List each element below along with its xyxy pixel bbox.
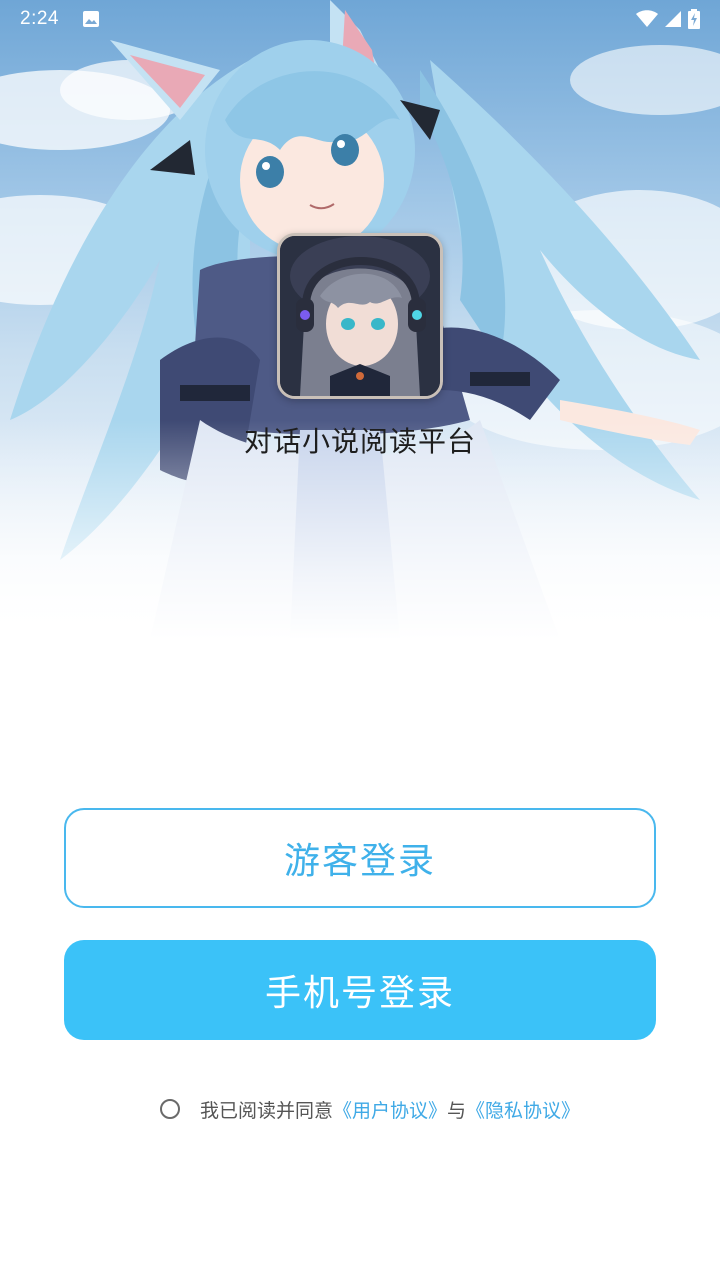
user-agreement-link[interactable]: 《用户协议》: [333, 1096, 447, 1123]
agree-checkbox[interactable]: [160, 1099, 180, 1119]
guest-login-button[interactable]: 游客登录: [64, 808, 656, 908]
app-logo-icon: [277, 233, 443, 399]
status-time: 2:24: [20, 8, 59, 29]
battery-charging-icon: [688, 9, 700, 29]
image-icon: [83, 11, 99, 27]
app-logo-avatar-image: [280, 236, 440, 396]
agreement-conjunction-text: 与: [447, 1099, 467, 1122]
signal-icon: [665, 11, 681, 27]
phone-login-button[interactable]: 手机号登录: [64, 940, 656, 1040]
agreement-prefix-text: 我已阅读并同意: [200, 1099, 334, 1122]
agreement-row: 我已阅读并同意 《用户协议》 与 《隐私协议》: [160, 1094, 580, 1124]
privacy-policy-link[interactable]: 《隐私协议》: [466, 1096, 580, 1123]
app-name: 对话小说阅读平台: [243, 425, 476, 458]
status-bar: 2:24: [0, 0, 720, 38]
wifi-icon: [636, 10, 658, 27]
login-screen: 2:24 对话小说阅读平台 游客登录 手机号登录 我已阅读并同意 《用户协议》 …: [0, 0, 720, 1280]
status-icons: [636, 8, 700, 30]
